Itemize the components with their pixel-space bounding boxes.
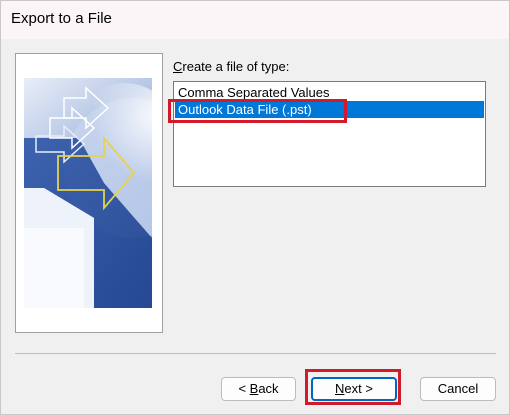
wizard-illustration-frame — [15, 53, 163, 333]
next-button-label: Next > — [335, 379, 373, 399]
export-dialog: Export to a File Create a file of type: … — [0, 0, 510, 415]
cancel-button[interactable]: Cancel — [420, 377, 496, 401]
file-type-listbox[interactable]: Comma Separated Values Outlook Data File… — [173, 81, 486, 187]
list-item-pst[interactable]: Outlook Data File (.pst) — [175, 101, 484, 118]
next-button-rest: ext > — [344, 381, 373, 396]
back-button[interactable]: < Back — [221, 377, 296, 401]
file-type-label: Create a file of type: — [173, 59, 289, 74]
list-item-csv[interactable]: Comma Separated Values — [175, 84, 484, 101]
export-wizard-illustration — [24, 78, 152, 308]
file-type-label-text: reate a file of type: — [182, 59, 290, 74]
button-divider — [15, 353, 496, 354]
title-bar: Export to a File — [1, 1, 509, 39]
next-button[interactable]: Next > — [311, 377, 397, 401]
back-button-label: < Back — [238, 378, 278, 400]
dialog-title: Export to a File — [11, 10, 112, 27]
back-button-rest: ack — [258, 381, 279, 396]
file-type-label-accel: C — [173, 59, 183, 74]
next-button-accel: N — [335, 381, 345, 396]
back-button-prefix: < — [238, 381, 250, 396]
